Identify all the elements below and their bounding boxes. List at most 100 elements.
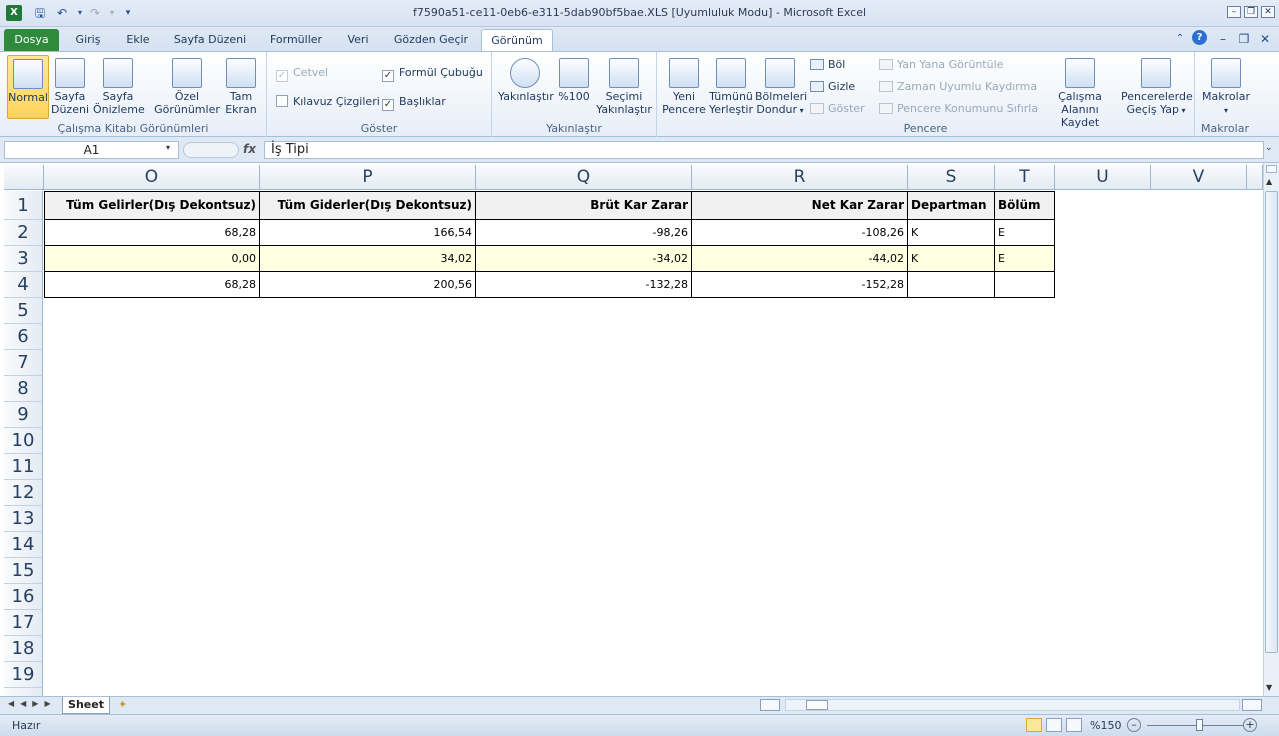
collapse-ribbon-icon[interactable]: ⌃ [1172,31,1188,47]
name-box-dropdown-icon[interactable]: ▾ [166,143,170,152]
row-header[interactable]: 12 [4,480,43,506]
cell-section[interactable]: E [995,220,1055,246]
custom-views-button[interactable]: Özel Görünümler [154,58,220,116]
side-by-side-button[interactable]: Yan Yana Görüntüle [879,58,1003,72]
header-cell-section[interactable]: Bölüm [995,191,1055,220]
tab-insert[interactable]: Ekle [117,29,159,51]
name-box[interactable]: A1 [4,141,179,159]
cell-department[interactable]: K [908,220,995,246]
column-header-w[interactable] [1247,165,1263,190]
scroll-down-icon[interactable]: ▼ [1266,683,1272,692]
row-header[interactable]: 2 [4,220,43,246]
cell-net[interactable]: -152,28 [692,272,908,298]
expand-formula-icon[interactable]: ⌄ [1265,143,1273,153]
hscroll-right-button[interactable] [1242,699,1262,711]
formula-bar-checkbox[interactable]: ✓ Formül Çubuğu [382,66,483,82]
row-header[interactable]: 7 [4,350,43,376]
normal-view-button[interactable]: Normal [7,55,49,119]
page-layout-status-icon[interactable] [1046,718,1062,732]
ruler-checkbox[interactable]: ✓ Cetvel [276,66,328,82]
close-button[interactable]: ✕ [1261,6,1275,18]
vertical-scroll-thumb[interactable] [1265,191,1278,653]
formula-expand-handle[interactable] [183,142,239,158]
page-layout-view-button[interactable]: Sayfa Düzeni [50,58,90,116]
row-header-partial[interactable] [4,688,43,696]
row-header[interactable]: 1 [4,191,43,220]
zoom-level[interactable]: %150 [1090,719,1121,732]
row-header[interactable]: 5 [4,298,43,324]
tab-data[interactable]: Veri [339,29,377,51]
zoom-selection-button[interactable]: Seçimi Yakınlaştır [595,58,653,116]
row-header[interactable]: 16 [4,584,43,610]
row-header[interactable]: 18 [4,636,43,662]
full-screen-button[interactable]: Tam Ekran [222,58,260,116]
tab-view[interactable]: Görünüm [481,29,553,52]
zoom-100-button[interactable]: %100 [556,58,592,103]
cell-gross[interactable]: -98,26 [476,220,692,246]
scroll-up-icon[interactable]: ▲ [1266,177,1272,186]
row-header[interactable]: 9 [4,402,43,428]
formula-input[interactable]: İş Tipi [264,141,1264,159]
header-cell-gross[interactable]: Brüt Kar Zarar [476,191,692,220]
cell-section[interactable]: E [995,246,1055,272]
zoom-slider-track[interactable] [1147,725,1243,726]
gridlines-checkbox[interactable]: Kılavuz Çizgileri [276,95,380,109]
save-workspace-button[interactable]: Çalışma Alanını Kaydet [1041,58,1119,129]
header-cell-net[interactable]: Net Kar Zarar [692,191,908,220]
cell-income[interactable]: 68,28 [44,272,260,298]
cell-expense[interactable]: 166,54 [260,220,476,246]
row-header[interactable]: 13 [4,506,43,532]
cell-income[interactable]: 68,28 [44,220,260,246]
split-handle[interactable] [1266,165,1277,173]
macros-button[interactable]: Makrolar ▾ [1200,58,1252,117]
page-break-preview-button[interactable]: Sayfa Önizleme [93,58,145,116]
cell-section[interactable] [995,272,1055,298]
doc-minimize-icon[interactable]: – [1215,31,1231,47]
new-window-button[interactable]: Yeni Pencere [661,58,707,116]
spreadsheet-grid[interactable]: O P Q R S T U V 1 2 3 4 5 6 7 8 9 10 11 12 13 14 15 16 1… [0,163,1263,696]
column-header-t[interactable]: T [995,165,1055,190]
tab-page-layout[interactable]: Sayfa Düzeni [167,29,253,51]
cell-gross[interactable]: -132,28 [476,272,692,298]
horizontal-scrollbar[interactable] [785,699,1240,711]
cell-income[interactable]: 0,00 [44,246,260,272]
cell-expense[interactable]: 200,56 [260,272,476,298]
insert-function-icon[interactable]: fx [243,142,256,156]
switch-windows-button[interactable]: Pencerelerde Geçiş Yap ▾ [1121,58,1193,117]
split-button[interactable]: Böl [810,58,845,72]
cell-gross[interactable]: -34,02 [476,246,692,272]
help-icon[interactable]: ? [1192,30,1207,45]
row-header[interactable]: 19 [4,662,43,688]
headings-checkbox[interactable]: ✓ Başlıklar [382,95,446,111]
row-header[interactable]: 6 [4,324,43,350]
unhide-button[interactable]: Göster [810,102,865,116]
column-header-o[interactable]: O [44,165,260,190]
row-header[interactable]: 15 [4,558,43,584]
header-cell-income[interactable]: Tüm Gelirler(Dış Dekontsuz) [44,191,260,220]
restore-button[interactable]: ❐ [1244,6,1258,18]
doc-close-icon[interactable]: ✕ [1257,31,1273,47]
vertical-scrollbar[interactable]: ▲ ▼ [1263,163,1279,696]
sheet-nav-arrows-icon[interactable]: ◀◀▶▶ [8,699,57,708]
row-header[interactable]: 17 [4,610,43,636]
horizontal-scroll-thumb[interactable] [806,700,828,710]
zoom-out-icon[interactable]: – [1127,718,1141,732]
page-break-status-icon[interactable] [1066,718,1082,732]
tab-formulas[interactable]: Formüller [261,29,331,51]
row-header[interactable]: 4 [4,272,43,298]
sync-scroll-button[interactable]: Zaman Uyumlu Kaydırma [879,80,1037,94]
column-header-v[interactable]: V [1151,165,1247,190]
header-cell-department[interactable]: Departman [908,191,995,220]
tab-home[interactable]: Giriş [66,29,110,51]
zoom-slider-thumb[interactable] [1196,719,1203,731]
arrange-all-button[interactable]: Tümünü Yerleştir [708,58,754,116]
column-header-u[interactable]: U [1055,165,1151,190]
cell-department[interactable]: K [908,246,995,272]
hscroll-left-button[interactable] [760,699,780,711]
column-header-r[interactable]: R [692,165,908,190]
reset-position-button[interactable]: Pencere Konumunu Sıfırla [879,102,1038,116]
freeze-panes-button[interactable]: Bölmeleri Dondur ▾ [755,58,807,117]
zoom-in-icon[interactable]: + [1243,718,1257,732]
cell-net[interactable]: -108,26 [692,220,908,246]
column-header-p[interactable]: P [260,165,476,190]
